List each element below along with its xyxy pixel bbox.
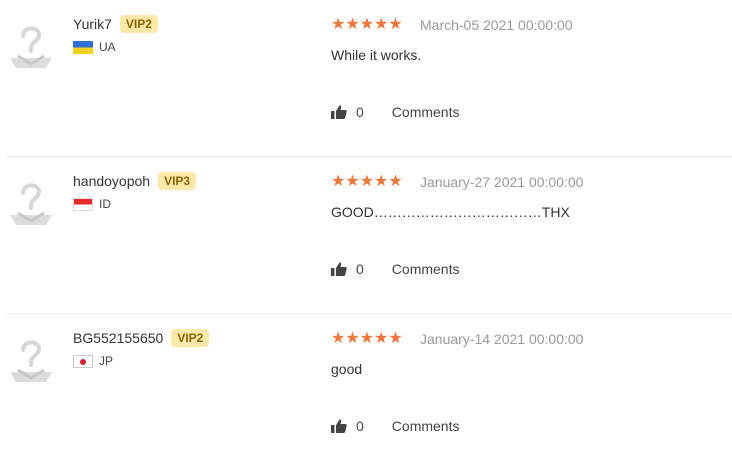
username-text: handoyopoh: [73, 173, 151, 189]
review-actions: 0 Comments: [331, 261, 459, 277]
avatar-placeholder-icon: [10, 340, 52, 382]
country-code: ID: [99, 197, 111, 211]
review-text: good: [331, 361, 363, 377]
thumbs-up-icon[interactable]: [331, 261, 347, 277]
flag-ua-icon: [73, 40, 93, 54]
thumbs-up-icon[interactable]: [331, 418, 347, 434]
flag-jp-icon: [73, 354, 93, 368]
username-text: BG552155650: [73, 330, 164, 346]
comments-link[interactable]: Comments: [392, 418, 460, 434]
review-actions: 0 Comments: [331, 418, 459, 434]
reviewer-country: UA: [73, 40, 116, 54]
username-text: Yurik7: [73, 16, 112, 32]
review-date: January-14 2021 00:00:00: [420, 331, 584, 347]
rating-stars: ★★★★★: [331, 173, 403, 190]
reviewer-country: ID: [73, 197, 111, 211]
avatar-placeholder-icon: [10, 183, 52, 225]
review-actions: 0 Comments: [331, 104, 459, 120]
review-text: GOOD………………………………THX: [331, 204, 570, 220]
review-text: While it works.: [331, 47, 422, 63]
vip-badge: VIP2: [171, 329, 210, 347]
flag-id-icon: [73, 197, 93, 211]
like-count: 0: [356, 104, 364, 120]
review-item: Yurik7 VIP2 UA ★★★★★ March-05 2021 00:00…: [0, 0, 732, 157]
rating-stars: ★★★★★: [331, 16, 403, 33]
reviewer-country: JP: [73, 354, 113, 368]
rating-stars: ★★★★★: [331, 330, 403, 347]
thumbs-up-icon[interactable]: [331, 104, 347, 120]
like-count: 0: [356, 418, 364, 434]
reviewer-name: BG552155650 VIP2: [73, 329, 210, 347]
review-item: handoyopoh VIP3 ID ★★★★★ January-27 2021…: [0, 157, 732, 314]
country-code: UA: [99, 40, 116, 54]
comments-link[interactable]: Comments: [392, 261, 460, 277]
review-date: January-27 2021 00:00:00: [420, 174, 584, 190]
vip-badge: VIP2: [119, 15, 158, 33]
like-count: 0: [356, 261, 364, 277]
reviewer-name: Yurik7 VIP2: [73, 15, 158, 33]
avatar-placeholder-icon: [10, 26, 52, 68]
review-item: BG552155650 VIP2 JP ★★★★★ January-14 202…: [0, 314, 732, 471]
reviewer-name: handoyopoh VIP3: [73, 172, 197, 190]
vip-badge: VIP3: [158, 172, 197, 190]
comments-link[interactable]: Comments: [392, 104, 460, 120]
country-code: JP: [99, 354, 114, 368]
review-date: March-05 2021 00:00:00: [420, 17, 573, 33]
